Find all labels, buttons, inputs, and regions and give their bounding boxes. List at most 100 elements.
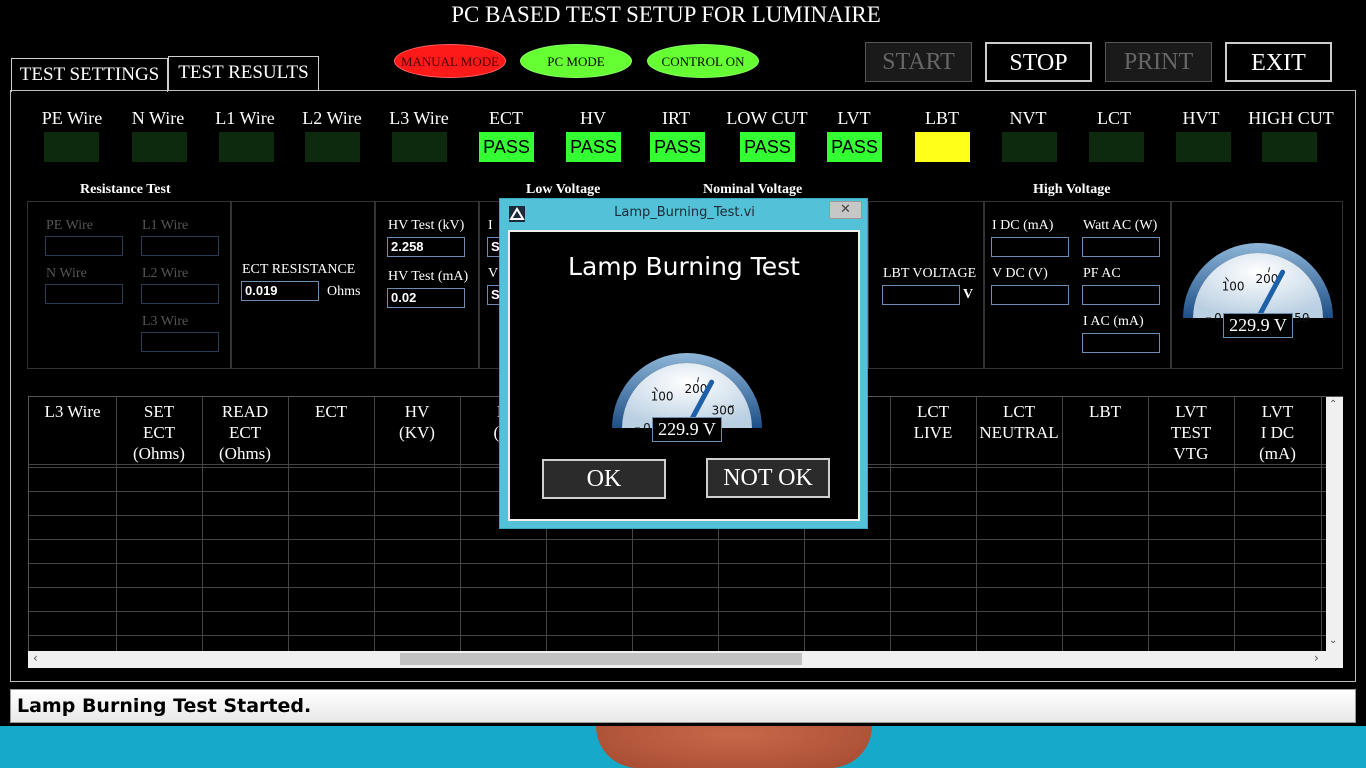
gauge-tick-label: 0 xyxy=(643,421,651,432)
idc-field[interactable] xyxy=(991,237,1069,257)
scroll-right-icon[interactable]: › xyxy=(1314,651,1319,665)
pf-ac-label: PF AC xyxy=(1083,266,1121,281)
table-column-header: HV (KV) xyxy=(399,402,435,442)
lbt-voltage-field[interactable] xyxy=(882,285,960,305)
indicator-label: LVT xyxy=(837,108,871,128)
vdc-label: V DC (V) xyxy=(992,266,1048,281)
n-wire-field[interactable] xyxy=(45,284,123,304)
low-voltage-section-heading: Low Voltage xyxy=(526,182,601,197)
table-column-header: READ ECT (Ohms) xyxy=(219,402,271,463)
lbt-voltage-label: LBT VOLTAGE xyxy=(883,266,977,281)
pe-wire-field[interactable] xyxy=(45,236,123,256)
watt-ac-field[interactable] xyxy=(1082,237,1160,257)
status-bar: Lamp Burning Test Started. xyxy=(10,689,1356,723)
indicator-label: L3 Wire xyxy=(389,108,449,128)
dialog-heading: Lamp Burning Test xyxy=(568,252,800,281)
table-row xyxy=(29,611,1327,612)
scroll-up-icon[interactable]: ⌃ xyxy=(1329,399,1337,410)
l1-wire-field[interactable] xyxy=(141,236,219,256)
ect-unit-label: Ohms xyxy=(327,284,361,299)
pe-wire-label: PE Wire xyxy=(46,218,94,233)
l3-wire-label: L3 Wire xyxy=(142,314,189,329)
n-wire-label: N Wire xyxy=(46,266,87,281)
low-voltage-current-label: I xyxy=(488,218,493,233)
ok-button[interactable]: OK xyxy=(542,459,666,499)
table-column-header: LBT xyxy=(1088,402,1122,421)
table-column-header: L3 Wire xyxy=(44,402,101,421)
indicator-led xyxy=(1176,132,1231,162)
indicator-led xyxy=(392,132,447,162)
ect-resistance-field[interactable]: 0.019 xyxy=(241,281,319,301)
tab-test-results[interactable]: TEST RESULTS xyxy=(168,56,319,90)
pf-ac-field[interactable] xyxy=(1082,285,1160,305)
indicator-label: LOW CUT xyxy=(726,108,808,128)
l3-wire-field[interactable] xyxy=(141,332,219,352)
vdc-field[interactable] xyxy=(991,285,1069,305)
scroll-down-icon[interactable]: ⌄ xyxy=(1329,635,1337,646)
dialog-title: Lamp_Burning_Test.vi xyxy=(614,205,755,220)
start-button[interactable]: START xyxy=(865,42,972,82)
dialog-body: Lamp Burning Test 0 100 200 300 229.9 V OK … xyxy=(508,230,860,521)
indicator-label: L1 Wire xyxy=(215,108,275,128)
hv-ma-field[interactable]: 0.02 xyxy=(387,288,465,308)
idc-label: I DC (mA) xyxy=(992,218,1054,233)
hv-ma-label: HV Test (mA) xyxy=(388,269,469,284)
exit-button[interactable]: EXIT xyxy=(1225,42,1332,82)
indicator-led: PASS xyxy=(740,132,795,162)
main-gauge-readout: 229.9 V xyxy=(1223,313,1293,338)
control-on-indicator[interactable]: CONTROL ON xyxy=(647,44,759,78)
indicator-label: L2 Wire xyxy=(302,108,362,128)
indicator-led xyxy=(915,132,970,162)
indicator-led: PASS xyxy=(479,132,534,162)
dialog-gauge-readout: 229.9 V xyxy=(652,417,722,442)
horizontal-scroll-thumb[interactable] xyxy=(400,653,802,665)
table-row xyxy=(29,587,1327,588)
table-column-header: LVT I DC (mA) xyxy=(1259,402,1296,463)
table-vertical-scrollbar[interactable]: ⌃ ⌄ xyxy=(1326,397,1343,651)
watt-ac-label: Watt AC (W) xyxy=(1083,218,1158,233)
l2-wire-field[interactable] xyxy=(141,284,219,304)
indicator-label: LCT xyxy=(1097,108,1131,128)
indicator-led: PASS xyxy=(827,132,882,162)
l2-wire-label: L2 Wire xyxy=(142,266,189,281)
gauge-tick-label: 100 xyxy=(1222,280,1245,294)
indicator-label: LBT xyxy=(925,108,959,128)
indicator-led xyxy=(132,132,187,162)
indicator-led xyxy=(219,132,274,162)
indicator-label: PE Wire xyxy=(41,108,103,128)
table-column-header: LCT LIVE xyxy=(913,402,953,442)
indicator-label: HIGH CUT xyxy=(1248,108,1334,128)
indicator-label: HVT xyxy=(1182,108,1220,128)
pc-mode-indicator[interactable]: PC MODE xyxy=(520,44,632,78)
table-column-header: LVT TEST VTG xyxy=(1170,402,1212,463)
table-column-header: ECT xyxy=(314,402,348,421)
stop-button[interactable]: STOP xyxy=(985,42,1092,82)
table-row xyxy=(29,635,1327,636)
gauge-tick-label: 300 xyxy=(712,404,735,418)
table-column-divider xyxy=(1062,397,1063,651)
resistance-section-heading: Resistance Test xyxy=(80,182,171,197)
scroll-left-icon[interactable]: ‹ xyxy=(33,651,38,665)
print-button[interactable]: PRINT xyxy=(1105,42,1212,82)
indicator-led xyxy=(1089,132,1144,162)
indicator-label: IRT xyxy=(662,108,690,128)
high-voltage-section-heading: High Voltage xyxy=(1033,182,1111,197)
table-row xyxy=(29,539,1327,540)
not-ok-button[interactable]: NOT OK xyxy=(706,458,830,498)
l1-wire-label: L1 Wire xyxy=(142,218,189,233)
gauge-tick-label: 100 xyxy=(651,390,674,404)
lbt-voltage-unit: V xyxy=(963,287,974,302)
manual-mode-indicator[interactable]: MANUAL MODE xyxy=(394,44,506,78)
indicator-led: PASS xyxy=(566,132,621,162)
dialog-close-button[interactable]: ✕ xyxy=(829,201,862,219)
hv-kv-label: HV Test (kV) xyxy=(388,218,465,233)
tab-test-settings[interactable]: TEST SETTINGS xyxy=(11,58,168,92)
table-column-divider xyxy=(1321,397,1322,651)
iac-label: I AC (mA) xyxy=(1083,314,1144,329)
desktop-wallpaper-shape xyxy=(596,726,872,768)
hv-kv-field[interactable]: 2.258 xyxy=(387,237,465,257)
iac-field[interactable] xyxy=(1082,333,1160,353)
indicator-led xyxy=(1002,132,1057,162)
indicator-label: ECT xyxy=(489,108,523,128)
nominal-voltage-section-heading: Nominal Voltage xyxy=(703,182,803,197)
